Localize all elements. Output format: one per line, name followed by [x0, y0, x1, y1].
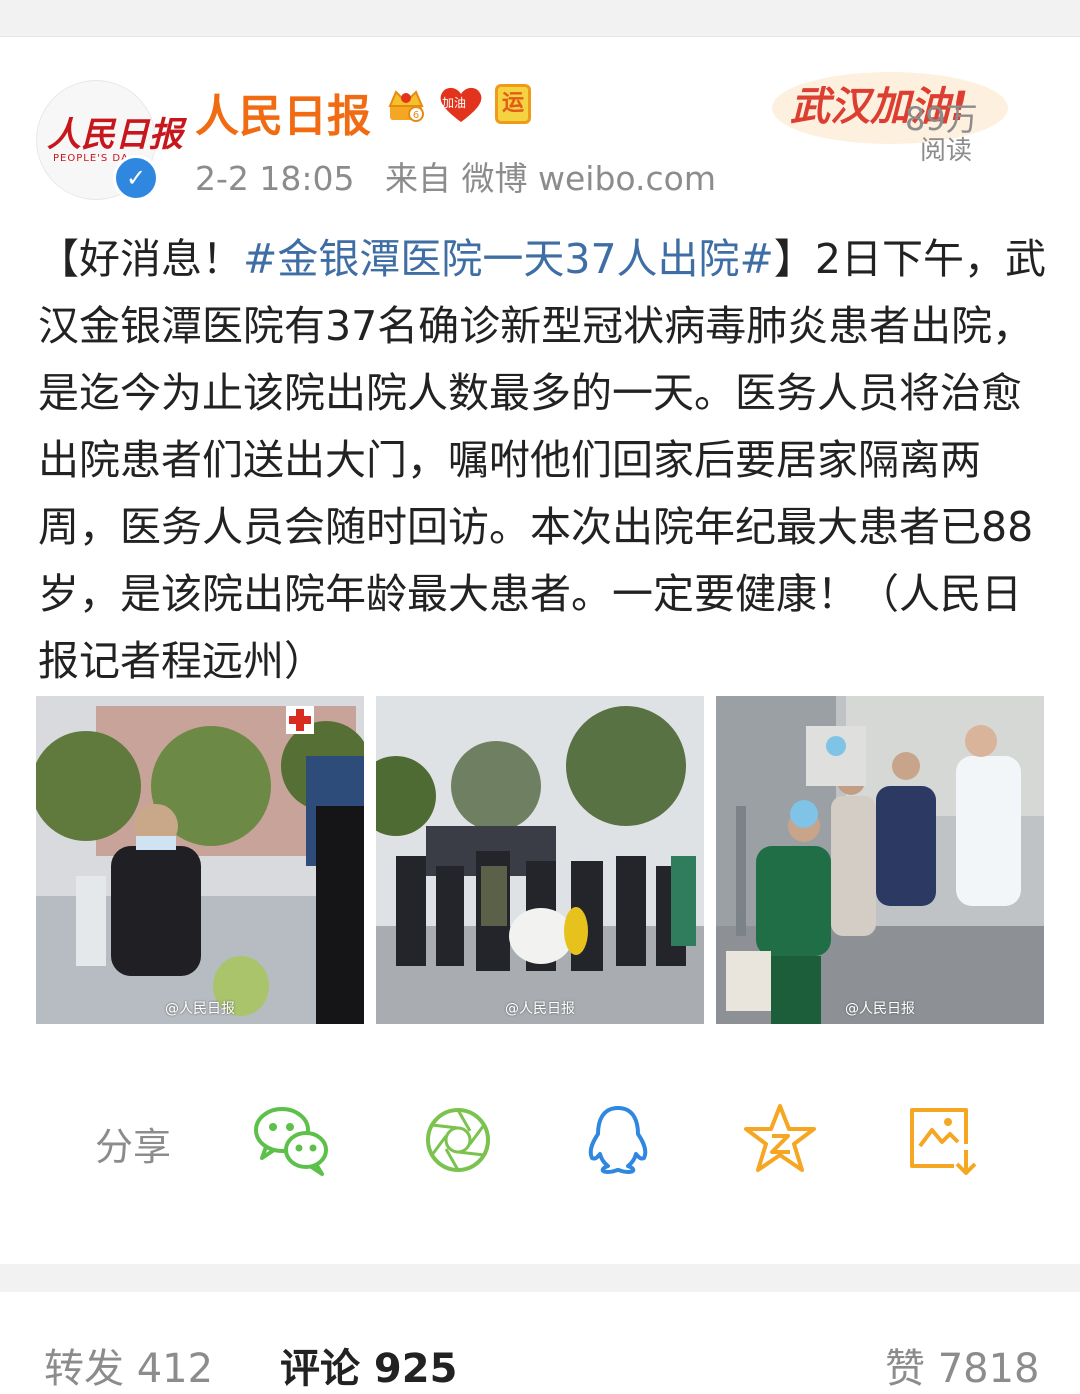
post-source[interactable]: 来自 微博 weibo.com — [385, 159, 716, 198]
svg-text:6: 6 — [413, 110, 419, 121]
heart-badge-icon[interactable]: 加油 — [438, 84, 484, 124]
post-image-1[interactable]: @人民日报 — [36, 696, 364, 1024]
author-name[interactable]: 人民日报 — [195, 80, 371, 144]
reads-label: 阅读 — [920, 136, 973, 166]
post-image-2[interactable]: @人民日报 — [376, 696, 704, 1024]
qq-icon[interactable] — [578, 1100, 658, 1180]
post-text-prefix: 【好消息！ — [38, 235, 243, 283]
yun-badge-icon[interactable]: 运 — [495, 84, 531, 124]
post-text-body: 】2日下午，武汉金银潭医院有37名确诊新型冠状病毒肺炎患者出院，是迄今为止该院出… — [38, 235, 1046, 685]
image-1-scene — [36, 696, 364, 1024]
hashtag-link[interactable]: #金银潭医院一天37人出院# — [243, 235, 774, 283]
image-3-scene — [716, 696, 1044, 1024]
post-text: 【好消息！#金银潭医院一天37人出院#】2日下午，武汉金银潭医院有37名确诊新型… — [38, 226, 1048, 695]
heart-badge-label: 加油 — [442, 96, 467, 110]
image-2-scene — [376, 696, 704, 1024]
avatar-logo-text: 人民日报 — [47, 115, 183, 155]
moments-icon[interactable] — [418, 1100, 498, 1180]
tab-like[interactable]: 赞 7818 — [885, 1336, 1040, 1394]
tab-comment[interactable]: 评论 925 — [280, 1336, 457, 1394]
qzone-icon[interactable] — [740, 1100, 820, 1180]
top-bar — [0, 0, 1080, 37]
post-meta: 2-2 18:05 来自 微博 weibo.com — [195, 152, 716, 200]
crown-icon[interactable]: 6 — [386, 84, 426, 124]
post-image-3[interactable]: @人民日报 — [716, 696, 1044, 1024]
share-label: 分享 — [95, 1125, 172, 1169]
image-3-watermark: @人民日报 — [845, 1001, 915, 1017]
image-2-watermark: @人民日报 — [505, 1001, 575, 1017]
section-divider — [0, 1264, 1080, 1292]
tab-repost[interactable]: 转发 412 — [44, 1336, 213, 1394]
wechat-icon[interactable] — [252, 1100, 332, 1180]
image-1-watermark: @人民日报 — [165, 1001, 235, 1017]
save-image-icon[interactable] — [902, 1100, 982, 1180]
verified-icon: ✓ — [113, 155, 159, 201]
post-time: 2-2 18:05 — [195, 159, 355, 198]
